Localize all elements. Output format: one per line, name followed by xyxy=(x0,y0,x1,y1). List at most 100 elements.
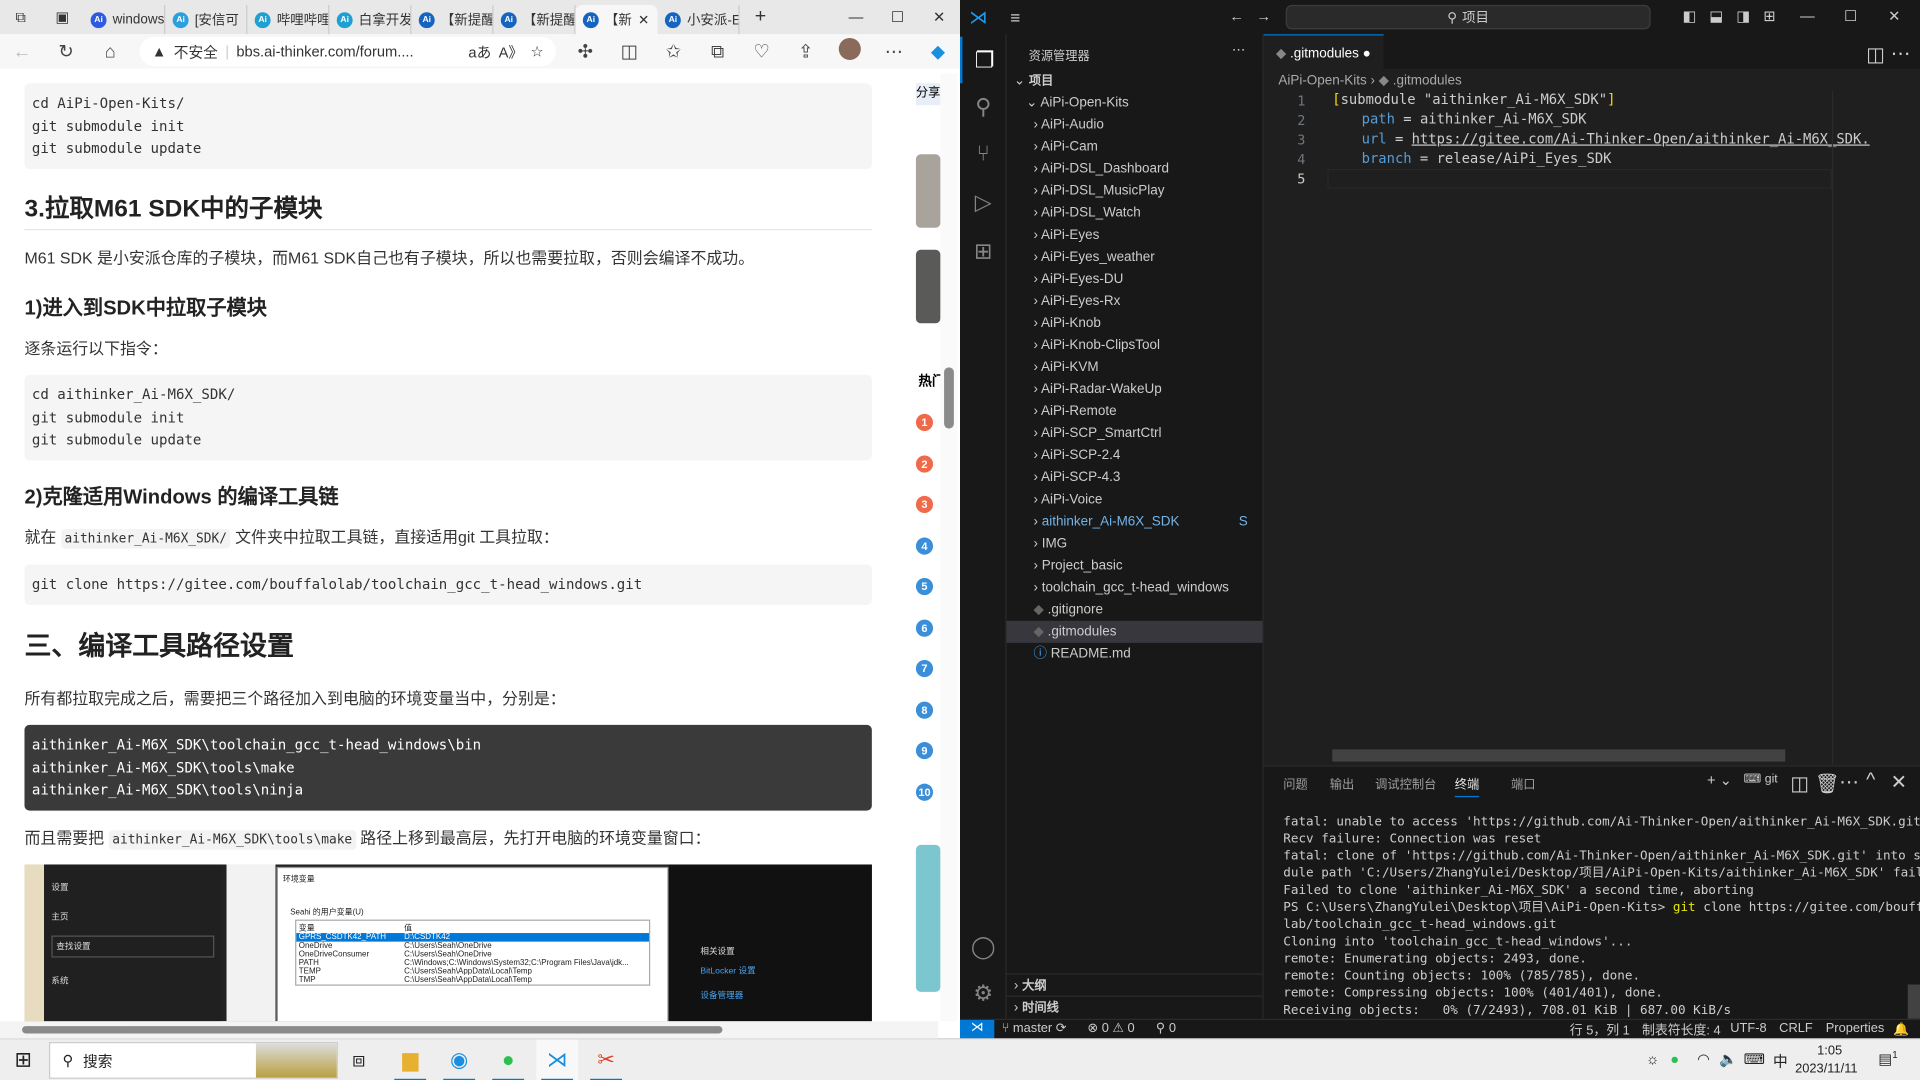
network-icon[interactable]: ◠ xyxy=(1697,1051,1710,1068)
tree-folder[interactable]: › AiPi-Knob-ClipsTool xyxy=(1007,334,1263,356)
tree-folder[interactable]: › AiPi-Eyes xyxy=(1007,224,1263,246)
settings-gear-icon[interactable]: ⚙ xyxy=(960,970,1007,1017)
scroll-thumb[interactable] xyxy=(944,367,954,429)
tree-folder-project[interactable]: ⌄ AiPi-Open-Kits xyxy=(1007,92,1263,114)
tree-folder[interactable]: › AiPi-Audio xyxy=(1007,114,1263,136)
thumbnail-image[interactable] xyxy=(915,249,941,324)
home-icon[interactable]: ⌂ xyxy=(88,41,132,62)
close-button[interactable]: ✕ xyxy=(1888,7,1900,24)
panel-tab[interactable]: 终端 xyxy=(1454,774,1480,798)
tree-folder[interactable]: › AiPi-Cam xyxy=(1007,136,1263,158)
back-icon[interactable]: ← xyxy=(0,41,44,62)
close-button[interactable]: ✕ xyxy=(918,9,960,26)
close-tab-icon[interactable]: ✕ xyxy=(638,12,649,28)
hot-rank-badge[interactable]: 5 xyxy=(915,577,934,596)
hot-rank-badge[interactable]: 8 xyxy=(915,701,934,719)
source-control-icon[interactable]: ⑂ xyxy=(960,130,1007,177)
wechat-icon[interactable]: ● xyxy=(487,1040,529,1080)
toggle-panel-icon[interactable]: ⬓ xyxy=(1709,7,1723,24)
split-screen-icon[interactable]: ◫ xyxy=(607,40,651,63)
panel-tab[interactable]: 端口 xyxy=(1511,774,1535,792)
ports-indicator[interactable]: ⚲ 0 xyxy=(1156,1021,1176,1036)
tree-folder[interactable]: › aithinker_Ai-M6X_SDK S xyxy=(1007,511,1263,533)
minimap[interactable] xyxy=(1831,90,1908,765)
snipping-tool-icon[interactable]: ✂ xyxy=(585,1040,627,1080)
tree-folder[interactable]: › AiPi-KVM xyxy=(1007,356,1263,378)
remote-icon[interactable]: ⋊ xyxy=(960,1020,995,1039)
problems-indicator[interactable]: ⊗ 0 ⚠ 0 xyxy=(1087,1021,1134,1036)
hot-rank-badge[interactable]: 9 xyxy=(915,742,934,760)
task-view-icon[interactable]: ⧈ xyxy=(338,1040,380,1080)
notification-center-icon[interactable]: ▤1 xyxy=(1878,1049,1897,1067)
tree-folder[interactable]: › AiPi-Eyes-DU xyxy=(1007,268,1263,290)
encoding[interactable]: UTF-8 xyxy=(1730,1021,1766,1036)
browser-essentials-icon[interactable]: ♡ xyxy=(740,40,784,63)
tree-folder[interactable]: › Project_basic xyxy=(1007,555,1263,577)
language-mode[interactable]: Properties xyxy=(1826,1021,1885,1036)
tree-file[interactable]: ◆ .gitignore xyxy=(1007,599,1263,621)
favorite-star-icon[interactable]: ☆ xyxy=(530,43,543,60)
explorer-icon[interactable]: ❐ xyxy=(960,36,1007,84)
minimize-button[interactable]: — xyxy=(1800,7,1815,24)
brightness-icon[interactable]: ☼ xyxy=(1646,1051,1659,1068)
tree-file[interactable]: ⓘ README.md xyxy=(1007,643,1263,665)
browser-tab[interactable]: Ai [安信可 xyxy=(165,4,248,35)
refresh-icon[interactable]: ↻ xyxy=(44,40,88,63)
maximize-button[interactable]: ☐ xyxy=(877,9,919,26)
maximize-button[interactable]: ☐ xyxy=(1844,7,1857,24)
collections-icon[interactable]: ⧉ xyxy=(696,41,740,62)
terminal-shell-selector[interactable]: ⌨ git xyxy=(1744,773,1778,786)
terminal-scrollbar[interactable] xyxy=(1907,984,1920,1019)
toggle-sidebar-icon[interactable]: ◧ xyxy=(1682,7,1696,24)
forward-icon[interactable]: → xyxy=(1256,7,1271,24)
back-icon[interactable]: ← xyxy=(1229,7,1244,24)
line-ending[interactable]: CRLF xyxy=(1779,1021,1813,1036)
tree-file[interactable]: ◆ .gitmodules xyxy=(1006,620,1263,643)
cursor-position[interactable]: 行 5，列 1 xyxy=(1570,1021,1630,1039)
maximize-panel-icon[interactable]: ^ xyxy=(1866,770,1875,792)
new-terminal-icon[interactable]: + ⌄ xyxy=(1707,771,1732,788)
start-button[interactable]: ⊞ xyxy=(2,1040,44,1080)
copilot-icon[interactable]: ◆ xyxy=(916,40,960,63)
thumbnail-image[interactable] xyxy=(915,844,941,992)
keyboard-icon[interactable]: ⌨ xyxy=(1744,1051,1765,1068)
translate-icon[interactable]: aあ xyxy=(468,41,491,62)
split-terminal-icon[interactable]: ◫ xyxy=(1790,771,1809,795)
branch-indicator[interactable]: ⑂ master ⟳ xyxy=(1002,1021,1067,1036)
share-icon[interactable]: ⇪ xyxy=(784,40,828,63)
tree-folder[interactable]: › AiPi-SCP-2.4 xyxy=(1007,444,1263,466)
browser-tab[interactable]: Ai 哔哩哔哩 xyxy=(247,4,330,35)
security-label[interactable]: 不安全 xyxy=(174,41,218,62)
run-debug-icon[interactable]: ▷ xyxy=(960,179,1007,226)
outline-section[interactable]: › 大纲 xyxy=(1006,973,1263,995)
tree-folder[interactable]: › AiPi-Eyes-Rx xyxy=(1007,290,1263,312)
hot-rank-badge[interactable]: 3 xyxy=(915,495,934,514)
url-text[interactable]: bbs.ai-thinker.com/forum.... xyxy=(236,43,461,60)
hot-rank-badge[interactable]: 7 xyxy=(915,660,934,678)
browser-tab[interactable]: Ai 【新提醒 xyxy=(493,4,576,35)
taskbar-search[interactable]: ⚲ 搜索 xyxy=(48,1042,338,1079)
code-line[interactable]: branch = release/AiPi_Eyes_SDK xyxy=(1362,151,1612,167)
hot-rank-badge[interactable]: 2 xyxy=(915,454,934,473)
timeline-section[interactable]: › 时间线 xyxy=(1006,995,1263,1018)
tree-folder[interactable]: › AiPi-Eyes_weather xyxy=(1007,246,1263,268)
clock-date[interactable]: 2023/11/11 xyxy=(1795,1062,1857,1077)
minimize-button[interactable]: — xyxy=(835,9,877,26)
split-editor-icon[interactable]: ◫ xyxy=(1866,43,1885,67)
panel-tab[interactable]: 调试控制台 xyxy=(1375,774,1436,792)
panel-tab[interactable]: 问题 xyxy=(1283,774,1307,792)
tree-folder[interactable]: › AiPi-SCP-4.3 xyxy=(1007,467,1263,489)
horizontal-scrollbar[interactable] xyxy=(0,1021,938,1039)
browser-tab[interactable]: Ai 【新提醒 xyxy=(411,4,494,35)
menu-icon[interactable]: ≡ xyxy=(997,7,1034,27)
code-line[interactable]: url = https://gitee.com/Ai-Thinker-Open/… xyxy=(1362,131,1870,147)
panel-tab[interactable]: 输出 xyxy=(1330,774,1354,792)
kill-terminal-icon[interactable]: 🗑 xyxy=(1815,771,1840,795)
layout-icon[interactable]: ⊞ xyxy=(1763,7,1775,24)
notifications-bell-icon[interactable]: 🔔 xyxy=(1893,1021,1909,1037)
avatar[interactable] xyxy=(828,37,872,65)
url-field[interactable]: ▲ 不安全 | bbs.ai-thinker.com/forum.... aあ … xyxy=(139,36,556,67)
ime-indicator[interactable]: 中 xyxy=(1773,1051,1788,1072)
account-icon[interactable]: ◯ xyxy=(960,923,1007,970)
vscode-taskbar-icon[interactable]: ⋊ xyxy=(536,1039,578,1080)
